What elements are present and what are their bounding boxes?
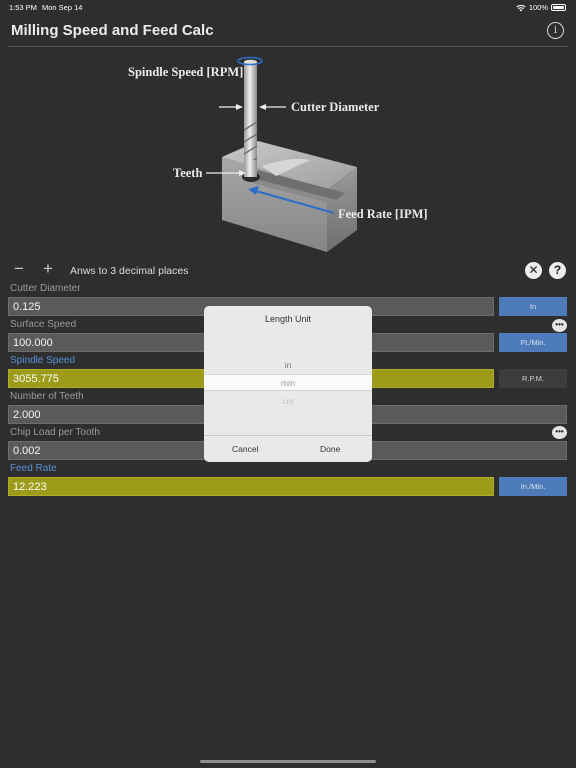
clear-icon[interactable]: ✕ [525,262,542,279]
spindle-speed-field-label: Spindle Speed [10,355,76,366]
picker-title: Length Unit [264,314,312,324]
picker-option-in[interactable]: in [204,360,372,370]
surface-speed-unit-button[interactable]: Ft./Min. [499,333,567,352]
surface-speed-field-label: Surface Speed [10,319,77,330]
status-right: 100% [516,3,566,12]
increase-precision-button[interactable]: + [43,259,53,279]
feed-rate-label: Feed Rate [IPM] [338,207,428,221]
chip-load-field-label: Chip Load per Tooth [10,427,100,438]
picker-option-cm[interactable]: cm [204,396,372,406]
picker-option-mm[interactable]: mm [204,378,372,388]
status-time: 1:53 PM [9,3,37,12]
chip-load-more-icon[interactable]: ••• [552,426,567,439]
decrease-precision-button[interactable]: − [14,259,24,279]
precision-label: Anws to 3 decimal places [70,265,189,277]
number-of-teeth-field-label: Number of Teeth [10,391,84,402]
cutter-diameter-label: Cutter Diameter [291,100,380,114]
battery-icon [551,4,566,11]
header-divider [8,46,568,47]
status-bar: 1:53 PM Mon Sep 14 100% [0,0,576,16]
wifi-icon [516,4,526,11]
precision-row: − + Anws to 3 decimal places [10,259,566,280]
status-date: Mon Sep 14 [42,3,83,12]
workpiece-block [222,141,357,252]
help-icon[interactable]: ? [549,262,566,279]
picker-done-button[interactable]: Done [320,444,340,454]
teeth-label: Teeth [173,166,202,180]
feed-rate-unit-button[interactable]: In./Min. [499,477,567,496]
home-indicator[interactable] [200,760,376,763]
milling-diagram: Spindle Speed [RPM] Cutter Diameter Teet… [128,56,428,252]
cutter-diameter-unit-button[interactable]: In [499,297,567,316]
picker-cancel-button[interactable]: Cancel [232,444,258,454]
info-icon[interactable]: i [547,22,564,39]
spindle-speed-label: Spindle Speed [RPM] [128,65,243,79]
surface-speed-more-icon[interactable]: ••• [552,319,567,332]
page-title: Milling Speed and Feed Calc [11,22,214,39]
cutter-diameter-field-label: Cutter Diameter [10,283,81,294]
feed-rate-field-label: Feed Rate [10,463,57,474]
feed-rate-input[interactable]: 12.223 [8,477,494,496]
battery-percent: 100% [528,3,548,12]
picker-divider [204,435,372,436]
length-unit-picker: Length Unit in mm cm Cancel Done [204,306,372,462]
spindle-speed-unit-button[interactable]: R.P.M. [499,369,567,388]
